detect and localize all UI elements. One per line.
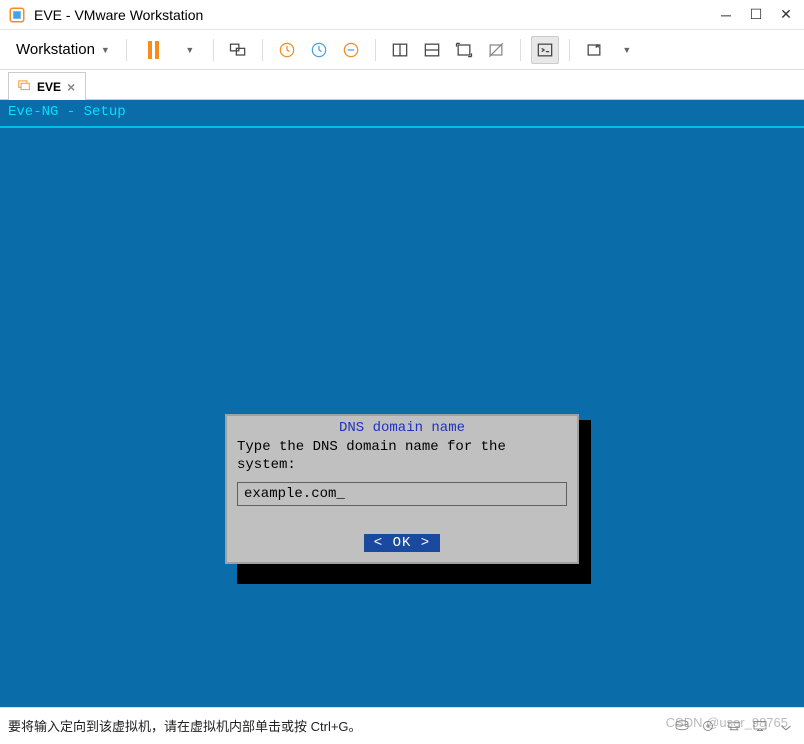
status-hint: 要将输入定向到该虚拟机，请在虚拟机内部单击或按 Ctrl+G。 — [8, 716, 362, 735]
vm-viewport[interactable]: Eve-NG - Setup DNS domain name Type the … — [0, 100, 804, 707]
vm-header-text: Eve-NG - Setup — [0, 100, 804, 124]
toolbar: Workstation ▼ ▼ ▼ — [0, 30, 804, 70]
unity-button[interactable] — [482, 36, 510, 64]
maximize-button[interactable]: ☐ — [750, 9, 762, 21]
ok-button[interactable]: < OK > — [364, 534, 440, 552]
dns-input[interactable]: example.com_ — [237, 482, 567, 506]
window-controls: ─ ☐ ✕ — [720, 9, 796, 21]
dialog-prompt: Type the DNS domain name for the system: — [237, 438, 567, 474]
screens-icon — [228, 40, 248, 60]
app-icon — [8, 6, 26, 24]
dns-input-value: example.com_ — [244, 486, 345, 502]
status-icons — [672, 718, 796, 734]
snapshot-manage-button[interactable] — [337, 36, 365, 64]
vm-icon — [17, 78, 31, 95]
snapshot-revert-icon — [309, 40, 329, 60]
dialog-title: DNS domain name — [237, 420, 567, 436]
chevron-down-icon: ▼ — [185, 45, 194, 55]
split-vertical-icon — [390, 40, 410, 60]
pause-icon — [148, 41, 159, 59]
view-single-button[interactable] — [418, 36, 446, 64]
view-split-button[interactable] — [386, 36, 414, 64]
vm-header-rule — [0, 126, 804, 128]
close-icon[interactable]: × — [67, 79, 75, 95]
separator — [569, 39, 570, 61]
workstation-menu[interactable]: Workstation ▼ — [10, 37, 116, 62]
pause-dropdown[interactable]: ▼ — [175, 36, 203, 64]
fullscreen-button[interactable] — [450, 36, 478, 64]
workstation-menu-label: Workstation — [16, 41, 95, 58]
close-button[interactable]: ✕ — [780, 9, 792, 21]
snapshot-icon — [277, 40, 297, 60]
statusbar: 要将输入定向到该虚拟机，请在虚拟机内部单击或按 Ctrl+G。 — [0, 707, 804, 743]
separator — [262, 39, 263, 61]
stretch-icon — [584, 40, 604, 60]
separator — [375, 39, 376, 61]
screens-button[interactable] — [224, 36, 252, 64]
console-icon — [535, 40, 555, 60]
chevron-down-icon: ▼ — [622, 45, 631, 55]
titlebar: EVE - VMware Workstation ─ ☐ ✕ — [0, 0, 804, 30]
separator — [126, 39, 127, 61]
stretch-dropdown[interactable]: ▼ — [612, 36, 640, 64]
disk-icon[interactable] — [672, 718, 692, 734]
cd-icon[interactable] — [698, 718, 718, 734]
dns-dialog: DNS domain name Type the DNS domain name… — [225, 414, 579, 564]
snapshot-revert-button[interactable] — [305, 36, 333, 64]
minimize-button[interactable]: ─ — [720, 9, 732, 21]
tab-strip: EVE × — [0, 70, 804, 100]
chevron-down-icon: ▼ — [101, 45, 110, 55]
console-button[interactable] — [531, 36, 559, 64]
display-icon[interactable] — [750, 718, 770, 734]
stretch-button[interactable] — [580, 36, 608, 64]
pause-button[interactable] — [137, 36, 171, 64]
unity-icon — [486, 40, 506, 60]
separator — [213, 39, 214, 61]
snapshot-manage-icon — [341, 40, 361, 60]
separator — [520, 39, 521, 61]
options-icon[interactable] — [776, 718, 796, 734]
dialog-buttons: < OK > — [237, 534, 567, 552]
tab-label: EVE — [37, 80, 61, 94]
network-icon[interactable] — [724, 718, 744, 734]
tab-eve[interactable]: EVE × — [8, 72, 86, 100]
window-title: EVE - VMware Workstation — [34, 7, 720, 23]
split-horizontal-icon — [422, 40, 442, 60]
snapshot-take-button[interactable] — [273, 36, 301, 64]
fullscreen-icon — [454, 40, 474, 60]
